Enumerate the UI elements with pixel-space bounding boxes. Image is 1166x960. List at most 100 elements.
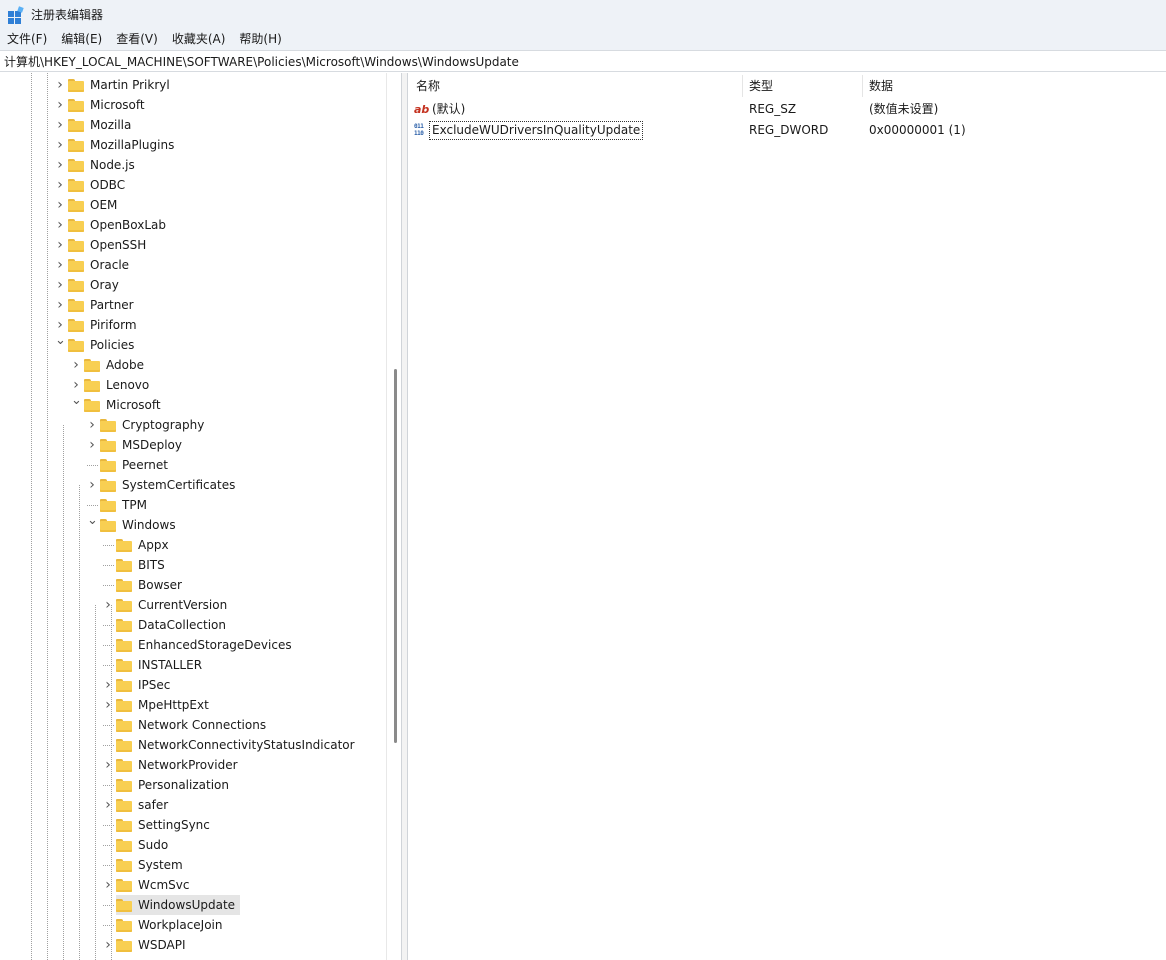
tree-node-label[interactable]: Piriform (89, 316, 140, 334)
chevron-right-icon[interactable]: › (55, 95, 65, 115)
tree-node[interactable]: › Oracle (57, 255, 132, 275)
tree-node[interactable]: DataCollection (116, 615, 229, 635)
tree-node-label[interactable]: Personalization (137, 776, 232, 794)
tree-node-label[interactable]: OEM (89, 196, 120, 214)
tree-node[interactable]: ⌄ Policies (55, 334, 137, 355)
chevron-right-icon[interactable]: › (55, 175, 65, 195)
tree-node-label[interactable]: Node.js (89, 156, 138, 174)
tree-node-label[interactable]: Adobe (105, 356, 147, 374)
chevron-right-icon[interactable]: › (55, 135, 65, 155)
tree-node[interactable]: › WSDAPI (105, 935, 189, 955)
tree-node-label[interactable]: CurrentVersion (137, 596, 230, 614)
pane-splitter[interactable] (402, 73, 408, 960)
tree-node-label[interactable]: MSDeploy (121, 436, 185, 454)
chevron-down-icon[interactable]: ⌄ (55, 334, 66, 355)
tree-node-label[interactable]: WindowsUpdate (137, 896, 239, 914)
tree-node-label[interactable]: NetworkProvider (137, 756, 241, 774)
chevron-right-icon[interactable]: › (103, 595, 113, 615)
chevron-down-icon[interactable]: ⌄ (87, 514, 98, 535)
chevron-right-icon[interactable]: › (87, 435, 97, 455)
value-name[interactable]: (默认) (432, 99, 465, 120)
chevron-right-icon[interactable]: › (55, 235, 65, 255)
tree-node-label[interactable]: Martin Prikryl (89, 76, 173, 94)
tree-node[interactable]: › SystemCertificates (89, 475, 238, 495)
tree-node[interactable]: Bowser (116, 575, 185, 595)
tree-node-label[interactable]: Cryptography (121, 416, 207, 434)
chevron-right-icon[interactable]: › (55, 155, 65, 175)
menu-edit[interactable]: 编辑(E) (54, 29, 109, 50)
tree-node-label[interactable]: BITS (137, 556, 168, 574)
chevron-down-icon[interactable]: ⌄ (71, 394, 82, 415)
chevron-right-icon[interactable]: › (87, 415, 97, 435)
tree-node[interactable]: › ODBC (57, 175, 128, 195)
tree-node[interactable]: WindowsUpdate (116, 895, 241, 915)
tree-node[interactable]: Personalization (116, 775, 232, 795)
menu-view[interactable]: 查看(V) (109, 29, 165, 50)
chevron-right-icon[interactable]: › (55, 75, 65, 95)
chevron-right-icon[interactable]: › (55, 215, 65, 235)
value-row[interactable]: ab (默认) REG_SZ (数值未设置) (409, 99, 1166, 120)
tree-node-label[interactable]: Bowser (137, 576, 185, 594)
tree-vertical-scrollbar[interactable] (386, 73, 401, 960)
tree-node-label[interactable]: Appx (137, 536, 172, 554)
tree-node-label[interactable]: Network Connections (137, 716, 269, 734)
tree-node[interactable]: TPM (100, 495, 150, 515)
tree-node-label[interactable]: safer (137, 796, 171, 814)
address-bar[interactable]: 计算机\HKEY_LOCAL_MACHINE\SOFTWARE\Policies… (0, 50, 1166, 72)
chevron-right-icon[interactable]: › (71, 355, 81, 375)
tree-node-label[interactable]: TPM (121, 496, 150, 514)
chevron-right-icon[interactable]: › (87, 475, 97, 495)
tree-node-label[interactable]: WSDAPI (137, 936, 189, 954)
tree-node-label[interactable]: MpeHttpExt (137, 696, 212, 714)
tree-node-label[interactable]: EnhancedStorageDevices (137, 636, 295, 654)
tree-node-label[interactable]: DataCollection (137, 616, 229, 634)
tree-node[interactable]: › Microsoft (57, 95, 148, 115)
tree-node[interactable]: › OpenBoxLab (57, 215, 169, 235)
tree-node-label[interactable]: Sudo (137, 836, 171, 854)
tree-node-label[interactable]: Oracle (89, 256, 132, 274)
chevron-right-icon[interactable]: › (55, 195, 65, 215)
address-path[interactable]: 计算机\HKEY_LOCAL_MACHINE\SOFTWARE\Policies… (4, 53, 519, 70)
tree-node-label[interactable]: OpenBoxLab (89, 216, 169, 234)
tree-node-label[interactable]: Mozilla (89, 116, 134, 134)
tree-node[interactable]: › NetworkProvider (105, 755, 241, 775)
menu-file[interactable]: 文件(F) (0, 29, 54, 50)
tree-node-label[interactable]: Policies (89, 336, 137, 354)
tree-node-label[interactable]: MozillaPlugins (89, 136, 177, 154)
tree-node[interactable]: System (116, 855, 186, 875)
tree-node[interactable]: › safer (105, 795, 171, 815)
tree-node[interactable]: INSTALLER (116, 655, 205, 675)
chevron-right-icon[interactable]: › (55, 255, 65, 275)
tree-node-label[interactable]: SettingSync (137, 816, 213, 834)
tree-node[interactable]: › Mozilla (57, 115, 134, 135)
tree-node[interactable]: › Adobe (73, 355, 147, 375)
tree-node[interactable]: ⌄ Windows (87, 514, 179, 535)
tree-node[interactable]: › Cryptography (89, 415, 207, 435)
tree-node-label[interactable]: Microsoft (105, 396, 164, 414)
column-header-name[interactable]: 名称 (409, 73, 742, 99)
tree-node[interactable]: EnhancedStorageDevices (116, 635, 295, 655)
chevron-right-icon[interactable]: › (55, 315, 65, 335)
tree-node[interactable]: › Piriform (57, 315, 140, 335)
tree-node[interactable]: › OpenSSH (57, 235, 149, 255)
tree-node[interactable]: › MozillaPlugins (57, 135, 177, 155)
tree-node-label[interactable]: ODBC (89, 176, 128, 194)
chevron-right-icon[interactable]: › (103, 875, 113, 895)
tree-node[interactable]: NetworkConnectivityStatusIndicator (116, 735, 358, 755)
column-header-type[interactable]: 类型 (742, 73, 862, 99)
tree-node[interactable]: › Martin Prikryl (57, 75, 173, 95)
tree-node-label[interactable]: Partner (89, 296, 137, 314)
chevron-right-icon[interactable]: › (71, 375, 81, 395)
tree-node-label[interactable]: WorkplaceJoin (137, 916, 226, 934)
tree-node[interactable]: › Partner (57, 295, 137, 315)
tree-node-label[interactable]: Lenovo (105, 376, 152, 394)
tree-scroll-thumb[interactable] (394, 369, 397, 743)
tree-node-label[interactable]: INSTALLER (137, 656, 205, 674)
chevron-right-icon[interactable]: › (103, 795, 113, 815)
tree-node[interactable]: › Oray (57, 275, 122, 295)
tree-node-label[interactable]: Oray (89, 276, 122, 294)
tree-node[interactable]: SettingSync (116, 815, 213, 835)
menu-favorites[interactable]: 收藏夹(A) (165, 29, 233, 50)
tree-node[interactable]: WorkplaceJoin (116, 915, 226, 935)
tree-node-label[interactable]: Microsoft (89, 96, 148, 114)
